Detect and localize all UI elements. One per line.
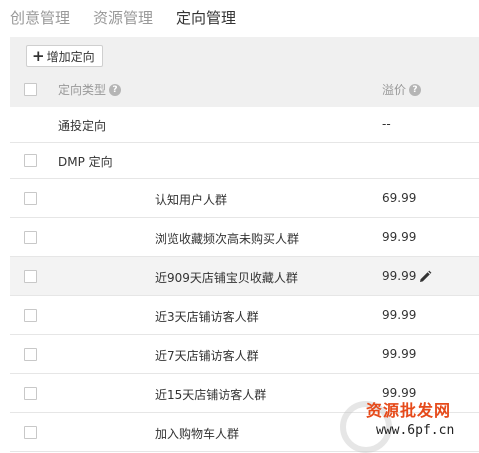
row-checkbox[interactable] (24, 231, 37, 244)
row-price: 99.99 (382, 269, 417, 283)
row-price: 99.99 (382, 230, 417, 244)
table-header: 定向类型 ? 溢价 ? (10, 71, 479, 107)
row-price: 69.99 (382, 191, 417, 205)
row-name: 近909天店铺宝贝收藏人群 (155, 271, 298, 285)
row-price: 99.99 (382, 347, 417, 361)
question-circle-icon[interactable]: ? (409, 83, 422, 96)
column-price: 溢价 ? (382, 81, 422, 98)
row-checkbox[interactable] (24, 154, 37, 167)
question-circle-icon[interactable]: ? (109, 83, 122, 96)
table-row[interactable]: 近3天店铺访客人群 99.99 (10, 296, 479, 335)
table-row[interactable]: DMP 定向 (10, 143, 479, 179)
row-checkbox[interactable] (24, 387, 37, 400)
toolbar: + 增加定向 (10, 37, 479, 71)
row-name: 加入购物车人群 (155, 427, 240, 441)
row-name: 近3天店铺访客人群 (155, 310, 259, 324)
row-name: DMP 定向 (58, 155, 113, 169)
row-checkbox[interactable] (24, 309, 37, 322)
table-row[interactable]: 近909天店铺宝贝收藏人群 99.99 (10, 257, 479, 296)
row-price: 99.99 (382, 308, 417, 322)
row-name: 浏览收藏频次高未购买人群 (155, 232, 300, 246)
column-price-label: 溢价 (382, 83, 407, 97)
table-row[interactable]: 加入购物车人群 (10, 413, 479, 452)
table-row[interactable]: 通投定向 -- (10, 107, 479, 143)
column-type: 定向类型 ? (58, 81, 122, 98)
row-checkbox[interactable] (24, 192, 37, 205)
row-name: 近15天店铺访客人群 (155, 388, 267, 402)
tab-resource-management[interactable]: 资源管理 (93, 7, 153, 28)
targeting-panel: + 增加定向 定向类型 ? 溢价 ? 通投定向 -- DMP 定向认知用户人群 69.… (10, 37, 479, 453)
column-type-label: 定向类型 (58, 83, 107, 97)
row-checkbox[interactable] (24, 270, 37, 283)
tab-creative-management[interactable]: 创意管理 (10, 7, 70, 28)
select-all-checkbox[interactable] (24, 83, 37, 96)
table-row[interactable]: 近7天店铺访客人群 99.99 (10, 335, 479, 374)
row-checkbox[interactable] (24, 348, 37, 361)
row-checkbox[interactable] (24, 426, 37, 439)
row-price: 99.99 (382, 386, 417, 400)
row-name: 通投定向 (58, 119, 107, 133)
table-row[interactable]: 近15天店铺访客人群 99.99 (10, 374, 479, 413)
tab-targeting-management[interactable]: 定向管理 (176, 7, 236, 28)
row-price: -- (382, 117, 391, 131)
add-targeting-label: 增加定向 (46, 49, 95, 64)
plus-icon: + (32, 46, 45, 65)
table-row[interactable]: 浏览收藏频次高未购买人群 99.99 (10, 218, 479, 257)
table-row[interactable]: 认知用户人群 69.99 (10, 179, 479, 218)
tab-bar: 创意管理 资源管理 定向管理 (0, 0, 479, 36)
row-name: 认知用户人群 (155, 193, 228, 207)
row-name: 近7天店铺访客人群 (155, 349, 259, 363)
pencil-icon[interactable] (418, 270, 432, 284)
add-targeting-button[interactable]: + 增加定向 (26, 45, 103, 67)
